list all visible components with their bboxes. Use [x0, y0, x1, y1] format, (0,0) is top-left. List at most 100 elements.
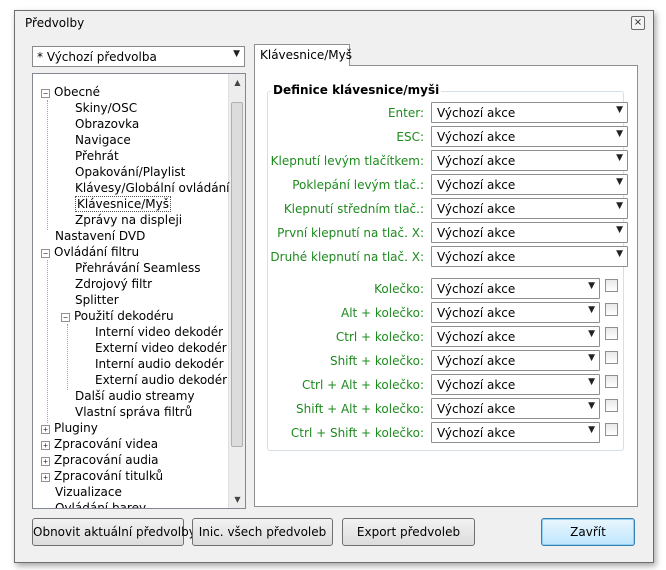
- tree-item-label: Vizualizace: [55, 485, 122, 499]
- tree-item[interactable]: Opakování/Playlist: [75, 164, 185, 180]
- tree-item[interactable]: Externí audio dekodér: [95, 372, 227, 388]
- tree-item[interactable]: Obrazovka: [75, 116, 139, 132]
- binding-label: ESC:: [396, 130, 424, 144]
- tree-item[interactable]: Ovládání barev: [55, 500, 146, 508]
- tree-item[interactable]: Navigace: [75, 132, 131, 148]
- action-select[interactable]: Výchozí akce ▼: [431, 350, 600, 371]
- tree-item-label: Pluginy: [54, 421, 98, 435]
- settings-tree[interactable]: ▲ ▼ − Obecné Skiny/OSC Obrazovka Navigace Pře…: [32, 73, 246, 509]
- action-select[interactable]: Výchozí akce ▼: [431, 174, 628, 195]
- tree-item[interactable]: Vizualizace: [55, 484, 122, 500]
- tree-item[interactable]: + Pluginy: [41, 420, 98, 436]
- tree-item[interactable]: Přehrát: [75, 148, 119, 164]
- wheel-option-checkbox[interactable]: [605, 375, 618, 388]
- tree-item-label: Opakování/Playlist: [75, 165, 186, 179]
- tab-keyboard-mouse[interactable]: Klávesnice/Myš: [254, 44, 352, 66]
- tree-item[interactable]: + Zpracování audia: [41, 452, 159, 468]
- action-select[interactable]: Výchozí akce ▼: [431, 374, 600, 395]
- tree-item[interactable]: Klávesy/Globální ovládání: [75, 180, 230, 196]
- refresh-preset-button[interactable]: Obnovit aktuální předvolby: [32, 518, 196, 546]
- tree-item-label: Zpracování audia: [54, 453, 159, 467]
- tree-item[interactable]: Zdrojový filtr: [75, 276, 152, 292]
- binding-label: Ctrl + Alt + kolečko:: [301, 378, 424, 392]
- preset-select-value: * Výchozí předvolba: [37, 50, 157, 64]
- action-select-value: Výchozí akce: [437, 378, 516, 392]
- dropdown-arrow-icon: ▼: [616, 105, 623, 115]
- tree-item-label: Interní video dekodér: [95, 325, 224, 339]
- collapse-icon[interactable]: −: [61, 313, 70, 322]
- wheel-option-checkbox[interactable]: [605, 399, 618, 412]
- binding-label: Klepnutí levým tlačítkem:: [270, 154, 424, 168]
- scroll-thumb[interactable]: [231, 102, 243, 447]
- collapse-icon[interactable]: −: [41, 249, 50, 258]
- tree-item[interactable]: Vlastní správa filtrů: [75, 404, 192, 420]
- tree-scrollbar[interactable]: ▲ ▼: [228, 74, 245, 508]
- tree-item[interactable]: Zprávy na displeji: [75, 212, 182, 228]
- tree-item[interactable]: Další audio streamy: [75, 388, 195, 404]
- tree-item[interactable]: Splitter: [75, 292, 119, 308]
- dropdown-arrow-icon: ▼: [588, 425, 595, 435]
- expand-icon[interactable]: +: [41, 457, 50, 466]
- tree-item[interactable]: + Zpracování titulků: [41, 468, 163, 484]
- tree-item[interactable]: − Ovládání filtru: [41, 244, 139, 260]
- action-select[interactable]: Výchozí akce ▼: [431, 102, 628, 123]
- tree-guide-line: [47, 260, 48, 423]
- close-button[interactable]: Zavřít: [541, 518, 635, 546]
- action-select[interactable]: Výchozí akce ▼: [431, 246, 628, 267]
- window-title: Předvolby: [25, 16, 85, 30]
- tree-item[interactable]: − Obecné: [41, 84, 100, 100]
- binding-label: Poklepání levým tlač.:: [292, 178, 424, 192]
- wheel-option-checkbox[interactable]: [605, 423, 618, 436]
- export-presets-button[interactable]: Export předvoleb: [342, 518, 475, 546]
- tree-item[interactable]: Interní audio dekodér: [95, 356, 224, 372]
- tree-item-label: Splitter: [75, 293, 119, 307]
- wheel-option-checkbox[interactable]: [605, 279, 618, 292]
- tree-item[interactable]: + Zpracování videa: [41, 436, 158, 452]
- tree-item-label: Vlastní správa filtrů: [75, 405, 193, 419]
- dropdown-arrow-icon: ▼: [616, 177, 623, 187]
- action-select-value: Výchozí akce: [437, 130, 516, 144]
- tree-item[interactable]: Nastavení DVD: [55, 228, 145, 244]
- expand-icon[interactable]: +: [41, 425, 50, 434]
- expand-icon[interactable]: +: [41, 441, 50, 450]
- dropdown-arrow-icon: ▼: [588, 377, 595, 387]
- binding-label: Enter:: [387, 106, 424, 120]
- tree-item[interactable]: Klávesnice/Myš: [75, 196, 171, 212]
- collapse-icon[interactable]: −: [41, 89, 50, 98]
- init-all-presets-button[interactable]: Inic. všech předvoleb: [192, 518, 333, 546]
- action-select[interactable]: Výchozí akce ▼: [431, 326, 600, 347]
- tab-panel: Definice klávesnice/myši Enter: Výchozí a…: [254, 65, 638, 507]
- dropdown-arrow-icon: ▼: [588, 401, 595, 411]
- tree-item-label: Další audio streamy: [75, 389, 195, 403]
- binding-label: Ctrl + Shift + kolečko:: [290, 426, 424, 440]
- action-select[interactable]: Výchozí akce ▼: [431, 150, 628, 171]
- tree-item[interactable]: Externí video dekodér: [95, 340, 227, 356]
- binding-label: Ctrl + kolečko:: [335, 330, 424, 344]
- tree-item[interactable]: Přehrávání Seamless: [75, 260, 200, 276]
- dropdown-arrow-icon: ▼: [616, 225, 623, 235]
- tree-item[interactable]: Interní video dekodér: [95, 324, 223, 340]
- scroll-up-icon[interactable]: ▲: [230, 75, 245, 90]
- tree-item[interactable]: Skiny/OSC: [75, 100, 137, 116]
- wheel-option-checkbox[interactable]: [605, 327, 618, 340]
- wheel-option-checkbox[interactable]: [605, 351, 618, 364]
- tree-item[interactable]: − Použití dekodéru: [61, 308, 174, 324]
- action-select[interactable]: Výchozí akce ▼: [431, 302, 600, 323]
- action-select[interactable]: Výchozí akce ▼: [431, 398, 600, 419]
- tree-item-label: Externí audio dekodér: [95, 373, 228, 387]
- action-select[interactable]: Výchozí akce ▼: [431, 278, 600, 299]
- action-select-value: Výchozí akce: [437, 354, 516, 368]
- expand-icon[interactable]: +: [41, 473, 50, 482]
- tree-guide-line: [67, 324, 68, 390]
- action-select[interactable]: Výchozí akce ▼: [431, 222, 628, 243]
- tree-item-label: Nastavení DVD: [55, 229, 146, 243]
- scroll-down-icon[interactable]: ▼: [230, 492, 245, 507]
- preset-select[interactable]: * Výchozí předvolba ▼: [32, 46, 245, 67]
- action-select[interactable]: Výchozí akce ▼: [431, 126, 628, 147]
- action-select[interactable]: Výchozí akce ▼: [431, 422, 600, 443]
- close-icon[interactable]: ×: [631, 16, 645, 30]
- wheel-option-checkbox[interactable]: [605, 303, 618, 316]
- action-select-value: Výchozí akce: [437, 178, 516, 192]
- action-select[interactable]: Výchozí akce ▼: [431, 198, 628, 219]
- action-select-value: Výchozí akce: [437, 306, 516, 320]
